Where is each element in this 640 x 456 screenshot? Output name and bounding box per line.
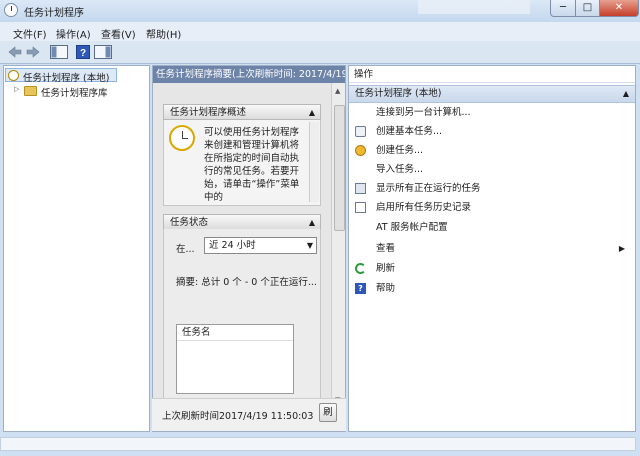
task-list[interactable]: 任务名: [176, 324, 294, 394]
dropdown-arrow-icon: ▼: [306, 241, 313, 250]
menu-help[interactable]: 帮助(H): [146, 26, 181, 41]
overview-scrollbar[interactable]: [309, 122, 319, 202]
minimize-button[interactable]: ─: [550, 0, 576, 17]
window-title: 任务计划程序: [24, 8, 84, 19]
tree-item-local[interactable]: 任务计划程序 (本地): [5, 68, 117, 84]
action-label: AT 服务帐户配置: [376, 222, 448, 233]
summary-pane: 任务计划程序摘要(上次刷新时间: 2017/4/19 任务计划程序概述 ▲ 可以…: [152, 65, 346, 432]
clock-icon: [8, 70, 19, 81]
action-label: 创建任务...: [376, 145, 424, 156]
folder-icon: [24, 86, 37, 96]
help-toolbar-icon[interactable]: ?: [76, 45, 90, 59]
action-label: 启用所有任务历史记录: [376, 202, 472, 213]
collapse-chevron-icon[interactable]: ▲: [309, 215, 315, 230]
task-scheduler-window: 任务计划程序 ─ □ ✕ 文件(F) 操作(A) 查看(V) 帮助(H) ? 任…: [0, 0, 640, 456]
action-label: 连接到另一台计算机...: [376, 107, 471, 118]
action-show-running-tasks[interactable]: 显示所有正在运行的任务: [349, 180, 635, 198]
title-bar: 任务计划程序 ─ □ ✕: [0, 0, 640, 22]
status-bar-panel: [0, 437, 636, 451]
last-refresh-text: 上次刷新时间2017/4/19 11:50:03: [162, 411, 314, 422]
help-icon: ?: [355, 283, 366, 294]
status-bar: [0, 433, 640, 456]
action-label: 导入任务...: [376, 164, 424, 175]
scroll-up-icon[interactable]: ▲: [335, 87, 340, 95]
history-icon: [355, 202, 366, 213]
show-tree-pane-icon[interactable]: [50, 45, 68, 59]
clock-large-icon: [169, 125, 195, 151]
actions-group-label: 任务计划程序 (本地): [355, 88, 442, 99]
collapse-chevron-icon[interactable]: ▲: [309, 105, 315, 120]
expand-arrow-icon[interactable]: ▷: [14, 85, 19, 93]
status-section-header[interactable]: 任务状态 ▲: [163, 214, 321, 230]
menu-file[interactable]: 文件(F): [13, 26, 47, 41]
summary-scrollbar[interactable]: ▲ ▼: [331, 83, 345, 431]
maximize-button[interactable]: □: [575, 0, 600, 17]
action-label: 查看: [376, 243, 396, 254]
action-view[interactable]: 查看 ▶: [349, 240, 635, 258]
action-label: 帮助: [376, 283, 396, 294]
range-select-value: 近 24 小时: [209, 240, 256, 251]
range-label: 在...: [176, 244, 195, 255]
action-label: 显示所有正在运行的任务: [376, 183, 481, 194]
refresh-icon: [355, 263, 366, 274]
status-summary: 摘要: 总计 0 个 - 0 个正在运行...: [176, 277, 317, 288]
menu-action[interactable]: 操作(A): [56, 26, 91, 41]
action-refresh[interactable]: 刷新: [349, 260, 635, 278]
overview-section: 可以使用任务计划程序来创建和管理计算机将在所指定的时间自动执行的常见任务。若要开…: [163, 120, 321, 206]
range-select[interactable]: 近 24 小时 ▼: [204, 237, 317, 254]
actions-header: 操作: [349, 66, 635, 83]
svg-text:?: ?: [80, 48, 86, 59]
blurred-region: [418, 0, 530, 14]
menu-bar: 文件(F) 操作(A) 查看(V) 帮助(H): [0, 22, 640, 41]
tree-item-label: 任务计划程序库: [41, 88, 108, 99]
collapse-chevron-icon[interactable]: ▲: [623, 86, 629, 102]
tree-item-library[interactable]: ▷ 任务计划程序库: [14, 84, 139, 99]
forward-arrow-icon[interactable]: [26, 45, 40, 59]
show-action-pane-icon[interactable]: [94, 45, 112, 59]
menu-view[interactable]: 查看(V): [101, 26, 136, 41]
action-import-task[interactable]: 导入任务...: [349, 161, 635, 179]
task-scheduler-app-icon: [4, 3, 18, 17]
action-label: 刷新: [376, 263, 396, 274]
actions-pane: 操作 任务计划程序 (本地) ▲ 连接到另一台计算机... 创建基本任务... …: [348, 65, 636, 432]
action-enable-history[interactable]: 启用所有任务历史记录: [349, 199, 635, 217]
action-create-basic-task[interactable]: 创建基本任务...: [349, 123, 635, 141]
action-connect-computer[interactable]: 连接到另一台计算机...: [349, 104, 635, 122]
action-create-task[interactable]: 创建任务...: [349, 142, 635, 160]
navigation-tree: 任务计划程序 (本地) ▷ 任务计划程序库: [3, 65, 150, 432]
back-arrow-icon[interactable]: [8, 45, 22, 59]
action-help[interactable]: ? 帮助: [349, 280, 635, 298]
refresh-button[interactable]: 刷: [319, 403, 337, 422]
refresh-bar: 上次刷新时间2017/4/19 11:50:03 刷: [152, 398, 346, 431]
overview-section-header[interactable]: 任务计划程序概述 ▲: [163, 104, 321, 120]
submenu-arrow-icon: ▶: [618, 244, 625, 253]
scroll-thumb[interactable]: [334, 105, 345, 231]
running-tasks-icon: [355, 183, 366, 194]
task-name-column-header[interactable]: 任务名: [177, 325, 293, 341]
tree-item-label: 任务计划程序 (本地): [23, 73, 110, 84]
action-label: 创建基本任务...: [376, 126, 443, 137]
create-task-icon: [355, 145, 366, 156]
basic-task-icon: [355, 126, 366, 137]
action-at-service-config[interactable]: AT 服务帐户配置: [349, 219, 635, 237]
toolbar: ?: [0, 41, 640, 64]
summary-header: 任务计划程序摘要(上次刷新时间: 2017/4/19: [153, 66, 345, 83]
overview-text: 可以使用任务计划程序来创建和管理计算机将在所指定的时间自动执行的常见任务。若要开…: [204, 127, 300, 203]
actions-group-header[interactable]: 任务计划程序 (本地) ▲: [349, 85, 635, 103]
status-heading: 任务状态: [170, 217, 209, 228]
close-button[interactable]: ✕: [599, 0, 639, 17]
status-section: 在... 近 24 小时 ▼ 摘要: 总计 0 个 - 0 个正在运行... 任…: [163, 229, 321, 403]
overview-heading: 任务计划程序概述: [170, 107, 247, 118]
